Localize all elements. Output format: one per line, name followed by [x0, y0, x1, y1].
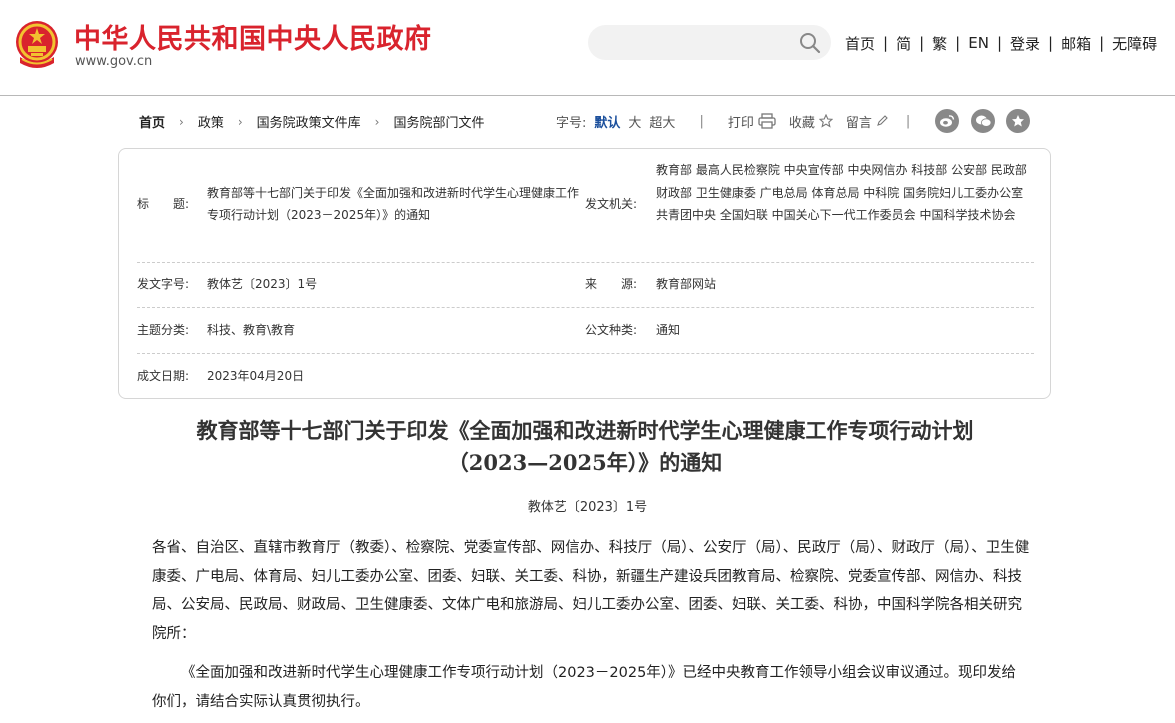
site-url[interactable]: www.gov.cn [75, 54, 152, 69]
nav-home-link[interactable]: 首页 [845, 33, 875, 54]
font-size-label: 字号: [556, 115, 587, 131]
topic-value: 科技、教育\教育 [207, 323, 296, 337]
source-label: 来 源: [585, 277, 638, 291]
search-icon[interactable] [799, 32, 821, 54]
favorite-label: 收藏 [788, 115, 815, 131]
search-box [588, 25, 831, 60]
breadcrumb-policy-library[interactable]: 国务院政策文件库 [257, 112, 361, 131]
font-size-large[interactable]: 大 [628, 112, 641, 131]
nav-traditional-link[interactable]: 繁 [932, 33, 947, 54]
national-emblem-logo[interactable] [14, 19, 60, 69]
topic-label: 主题分类: [137, 323, 190, 337]
breadcrumb: 首页 › 政策 › 国务院政策文件库 › 国务院部门文件 [139, 112, 485, 132]
nav-simplified-link[interactable]: 简 [896, 33, 911, 54]
doc-number-value: 教体艺〔2023〕1号 [207, 277, 318, 291]
pencil-icon [877, 115, 888, 126]
comment-label: 留言 [845, 115, 872, 131]
nav-divider: | [955, 34, 961, 52]
top-nav: 首页 | 简 | 繁 | EN | 登录 | 邮箱 | 无障碍 [845, 33, 1157, 53]
title-label: 标 题: [137, 197, 190, 211]
article-toolbar: 字号: 默认 大 超大 | 打印 收藏 留言 | [556, 112, 911, 131]
article-title-line: 教育部等十七部门关于印发《全面加强和改进新时代学生心理健康工作专项行动计划 [196, 418, 974, 443]
print-button[interactable]: 打印 [728, 112, 776, 131]
nav-divider: | [919, 34, 925, 52]
doc-type-value: 通知 [656, 323, 681, 337]
breadcrumb-home[interactable]: 首页 [139, 112, 165, 131]
document-info-table: 标 题: 教育部等十七部门关于印发《全面加强和改进新时代学生心理健康工作专项行动… [118, 148, 1051, 399]
wechat-icon[interactable] [971, 109, 995, 133]
source-value: 教育部网站 [656, 277, 717, 291]
site-header: 中华人民共和国中央人民政府 www.gov.cn 首页 | 简 | 繁 | EN… [0, 0, 1175, 96]
nav-english-link[interactable]: EN [968, 34, 989, 52]
comment-button[interactable]: 留言 [846, 112, 888, 131]
nav-login-link[interactable]: 登录 [1010, 33, 1040, 54]
font-size-default[interactable]: 默认 [594, 112, 620, 131]
nav-divider: | [996, 34, 1002, 52]
site-title[interactable]: 中华人民共和国中央人民政府 [74, 17, 432, 56]
issuer-value: 教育部 最高人民检察院 中央宣传部 中央网信办 科技部 公安部 民政部 财政部 … [656, 163, 1027, 222]
favorite-button[interactable]: 收藏 [789, 112, 833, 131]
article-paragraph: 《全面加强和改进新时代学生心理健康工作专项行动计划（2023－2025年）》已经… [152, 665, 1017, 710]
date-label: 成文日期: [137, 369, 190, 383]
printer-icon [758, 113, 776, 129]
article-title: 教育部等十七部门关于印发《全面加强和改进新时代学生心理健康工作专项行动计划 （2… [150, 415, 1020, 479]
breadcrumb-policy[interactable]: 政策 [198, 112, 224, 131]
toolbar-divider: | [905, 113, 911, 129]
article-paragraph: 各省、自治区、直辖市教育厅（教委）、检察院、党委宣传部、网信办、科技厅（局）、公… [152, 540, 1030, 642]
issuer-label: 发文机关: [585, 197, 638, 211]
nav-divider: | [1048, 34, 1054, 52]
date-value: 2023年04月20日 [207, 369, 305, 383]
article-doc-number: 教体艺〔2023〕1号 [527, 500, 648, 515]
row-divider [137, 353, 1034, 354]
font-size-xlarge[interactable]: 超大 [649, 112, 675, 131]
doc-number-label: 发文字号: [137, 277, 190, 291]
print-label: 打印 [727, 115, 754, 131]
toolbar-divider: | [699, 113, 704, 129]
row-divider [137, 262, 1034, 263]
nav-divider: | [883, 34, 889, 52]
nav-mail-link[interactable]: 邮箱 [1061, 33, 1091, 54]
row-divider [137, 307, 1034, 308]
article-title-line: （2023—2025年）》的通知 [447, 450, 723, 475]
chevron-right-icon: › [179, 114, 184, 129]
search-input[interactable] [604, 32, 784, 54]
title-value: 教育部等十七部门关于印发《全面加强和改进新时代学生心理健康工作专项行动计划（20… [207, 186, 580, 222]
nav-accessibility-link[interactable]: 无障碍 [1112, 33, 1157, 54]
chevron-right-icon: › [237, 114, 243, 129]
star-icon [818, 114, 833, 128]
nav-divider: | [1099, 34, 1105, 52]
chevron-right-icon: › [374, 114, 380, 129]
doc-type-label: 公文种类: [585, 323, 638, 337]
favorite-star-icon[interactable] [1006, 109, 1030, 133]
weibo-icon[interactable] [935, 109, 959, 133]
breadcrumb-department-docs[interactable]: 国务院部门文件 [393, 112, 484, 131]
